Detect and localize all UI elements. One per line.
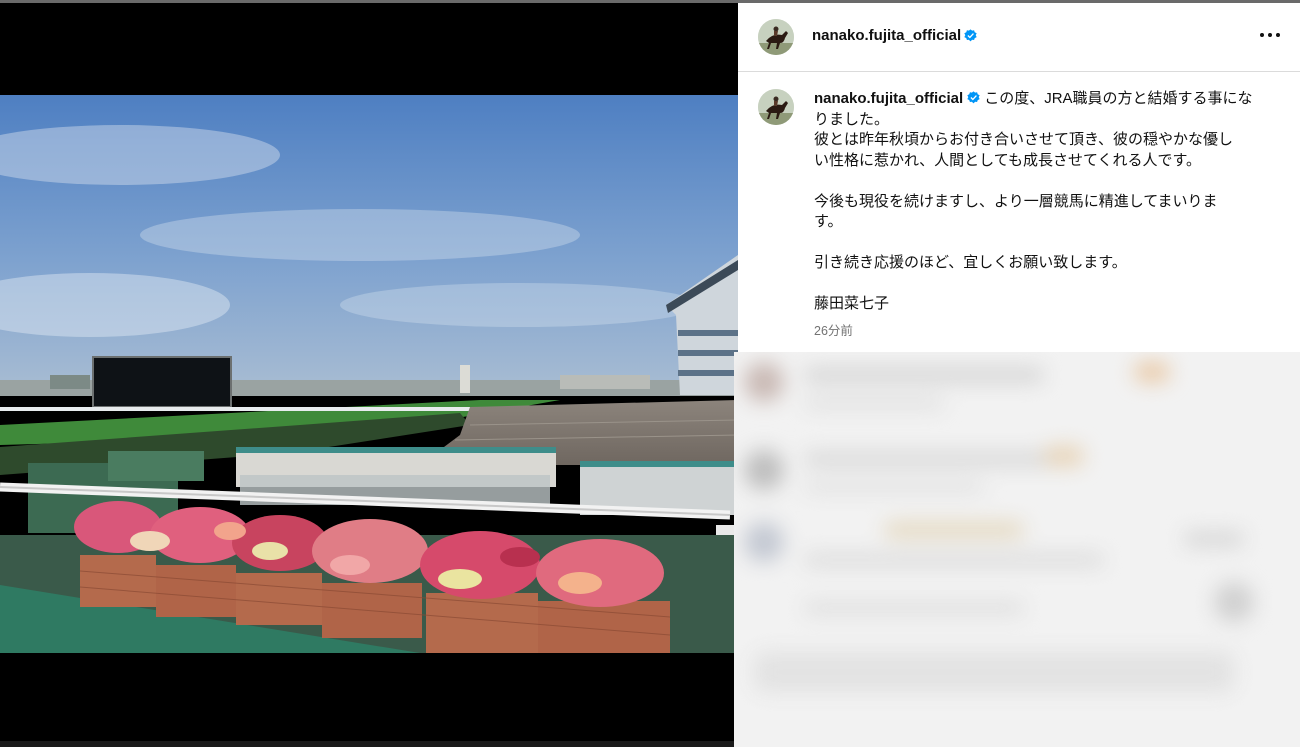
post-media-area — [0, 3, 738, 747]
caption-line: この度、JRA職員の方と結婚する事にな — [984, 90, 1253, 107]
verified-badge-icon — [964, 29, 977, 42]
next-post-strip — [0, 741, 738, 747]
caption-line: 今後も現役を続けますし、より一層競馬に精進してまいりま — [814, 192, 1218, 210]
more-options-icon[interactable] — [1258, 25, 1282, 45]
caption-line: りました。 — [814, 110, 890, 128]
blurred-comments-area — [734, 352, 1300, 747]
verified-badge-icon — [967, 91, 980, 104]
post-timestamp[interactable]: 26分前 — [814, 320, 853, 339]
caption-line: 引き続き応援のほど、宜しくお願い致します。 — [814, 254, 1127, 271]
caption-signature: 藤田菜七子 — [814, 295, 890, 312]
post-photo[interactable] — [0, 95, 738, 653]
caption-line: す。 — [814, 213, 843, 230]
caption-line: い性格に惹かれ、人間としても成長させてくれる人です。 — [814, 151, 1202, 169]
caption-line: 彼とは昨年秋頃からお付き合いさせて頂き、彼の穏やかな優し — [814, 131, 1233, 148]
post-header: nanako.fujita_official — [738, 3, 1300, 72]
jockey-on-horse-avatar[interactable] — [758, 19, 794, 55]
caption-username[interactable]: nanako.fujita_official — [814, 90, 963, 107]
caption-avatar[interactable] — [758, 89, 794, 125]
post-caption: nanako.fujita_official この度、JRA職員の方と結婚する事に… — [814, 89, 1274, 315]
header-username[interactable]: nanako.fujita_official — [812, 27, 961, 44]
